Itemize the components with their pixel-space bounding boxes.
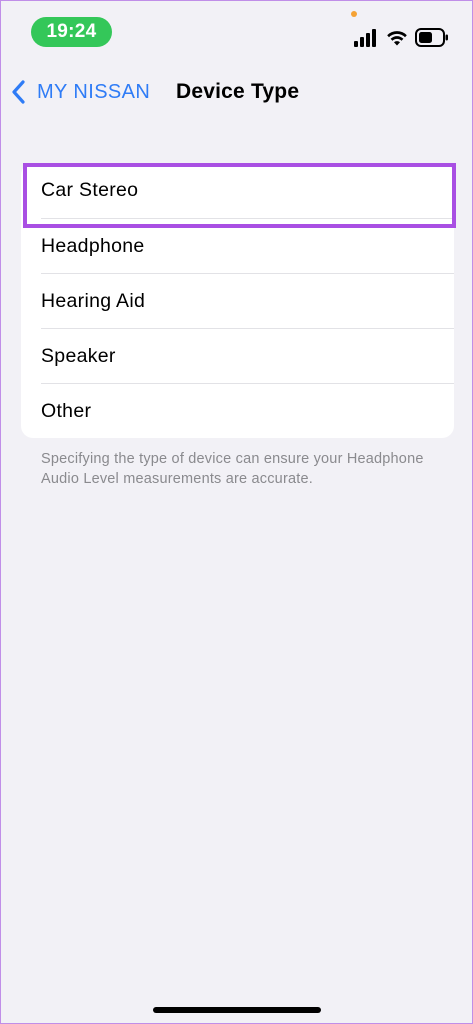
wifi-icon bbox=[387, 31, 407, 46]
cellular-signal-icon bbox=[354, 29, 376, 47]
navigation-bar: MY NISSAN Device Type bbox=[1, 65, 472, 119]
option-label: Car Stereo bbox=[41, 179, 139, 201]
option-speaker[interactable]: Speaker bbox=[21, 328, 454, 383]
status-time[interactable]: 19:24 bbox=[31, 17, 112, 47]
option-hearing-aid[interactable]: Hearing Aid bbox=[21, 273, 454, 328]
home-indicator[interactable] bbox=[153, 1007, 321, 1013]
chevron-left-icon bbox=[12, 80, 25, 104]
option-label: Hearing Aid bbox=[41, 289, 146, 312]
footer-note: Specifying the type of device can ensure… bbox=[41, 451, 424, 487]
back-button[interactable]: MY NISSAN bbox=[9, 75, 150, 109]
option-label: Headphone bbox=[41, 234, 145, 257]
page-title: Device Type bbox=[176, 80, 300, 103]
option-label: Speaker bbox=[41, 344, 116, 367]
option-car-stereo[interactable]: Car Stereo bbox=[21, 163, 454, 218]
option-headphone[interactable]: Headphone bbox=[21, 218, 454, 273]
status-bar: 19:24 bbox=[1, 1, 472, 61]
option-label: Other bbox=[41, 399, 92, 422]
battery-icon bbox=[415, 28, 448, 47]
option-other[interactable]: Other bbox=[21, 383, 454, 438]
device-type-screen: 19:24 MY NISSAN Device Type Car Stereo H… bbox=[0, 0, 473, 1024]
back-button-label: MY NISSAN bbox=[37, 80, 151, 103]
device-type-list: Car Stereo Headphone Hearing Aid Speaker… bbox=[21, 163, 454, 438]
privacy-indicator-dot bbox=[351, 11, 357, 17]
